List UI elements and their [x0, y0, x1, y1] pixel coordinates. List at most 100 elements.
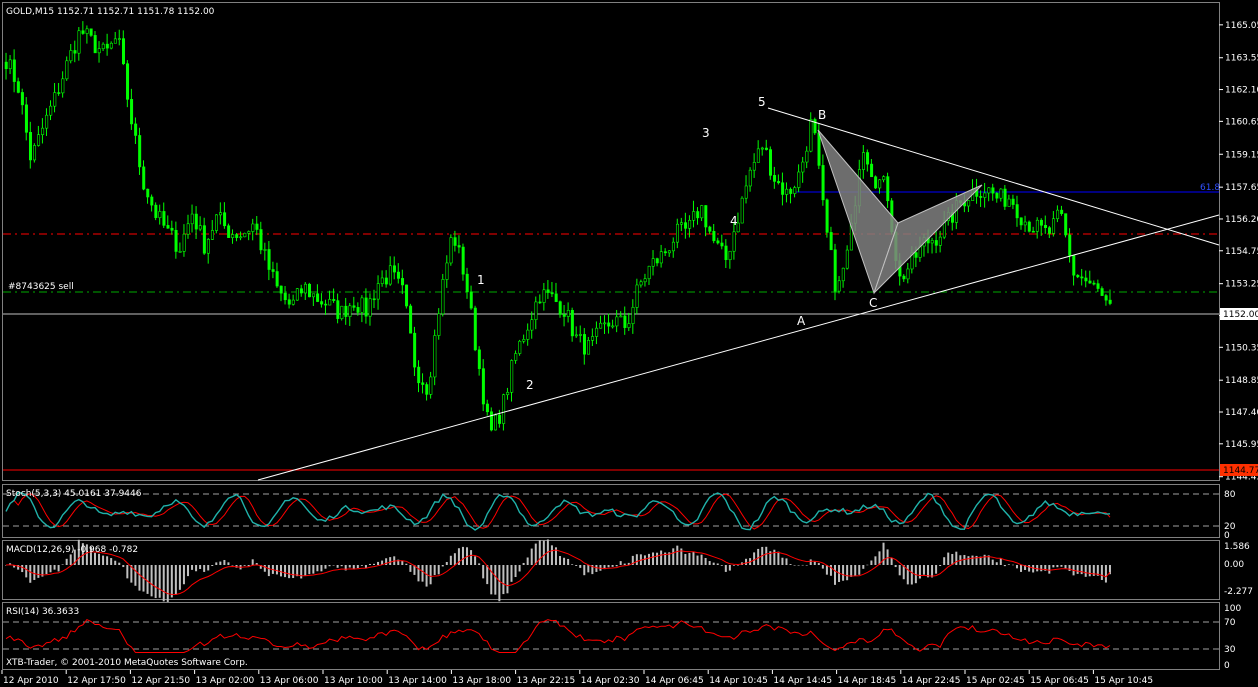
- price-tick-label: 1150.35: [1225, 343, 1258, 353]
- candle-body: [20, 92, 24, 106]
- candle-body: [417, 366, 421, 384]
- candle-body: [631, 307, 635, 324]
- candle-body: [251, 223, 255, 232]
- candle: [773, 166, 777, 189]
- candle: [271, 261, 275, 279]
- macd-bar: [441, 565, 444, 567]
- macd-bar: [575, 565, 578, 566]
- time-tick-label: 13 Apr 18:00: [452, 676, 511, 686]
- candle-body: [409, 305, 413, 334]
- candle: [546, 280, 550, 299]
- macd-bar: [429, 565, 432, 585]
- candle: [1072, 255, 1076, 286]
- macd-bar: [781, 557, 784, 565]
- candle: [930, 237, 934, 254]
- candle-body: [983, 192, 987, 198]
- macd-bar: [1068, 565, 1071, 571]
- macd-bar: [69, 554, 72, 565]
- macd-bar: [195, 565, 198, 572]
- candle: [489, 407, 493, 432]
- candle-body: [303, 283, 307, 294]
- candle-body: [271, 269, 275, 272]
- candle-body: [777, 181, 781, 184]
- candle: [154, 202, 158, 221]
- candle: [445, 255, 449, 288]
- time-tick-label: 13 Apr 06:00: [260, 676, 319, 686]
- macd-bar: [1020, 565, 1023, 572]
- candle: [591, 328, 595, 346]
- candle-body: [425, 384, 429, 395]
- candle-body: [130, 99, 134, 125]
- candle: [429, 371, 433, 399]
- candle: [303, 282, 307, 301]
- price-tick-label: 1153.25: [1225, 280, 1258, 290]
- candle-body: [73, 50, 77, 54]
- candle: [595, 321, 599, 345]
- candle: [631, 299, 635, 334]
- candle: [1080, 268, 1084, 286]
- candle: [538, 294, 542, 304]
- stoch-signal-line: [5, 493, 1111, 530]
- rsi-tick-30: 30: [1224, 645, 1236, 655]
- candle: [1068, 228, 1072, 263]
- candle-body: [287, 299, 291, 305]
- candle-body: [279, 285, 283, 294]
- candle: [28, 121, 32, 169]
- candle-body: [696, 211, 700, 219]
- candle: [308, 282, 312, 298]
- candle-body: [158, 211, 162, 218]
- candle-body: [235, 234, 239, 238]
- candle: [744, 175, 748, 204]
- candle-body: [150, 196, 154, 206]
- stoch-panel-frame: [2, 484, 1220, 538]
- candle-body: [768, 149, 772, 176]
- candle: [182, 224, 186, 257]
- macd-bar: [191, 565, 194, 570]
- macd-bar: [1032, 565, 1035, 573]
- macd-bar: [850, 565, 853, 577]
- macd-bar: [583, 565, 586, 576]
- candle-body: [360, 297, 364, 313]
- macd-bar: [866, 564, 869, 566]
- candle: [146, 188, 150, 204]
- macd-bar: [490, 565, 493, 595]
- candle-body: [198, 225, 202, 230]
- candle-body: [449, 237, 453, 264]
- candle-body: [1060, 209, 1064, 214]
- macd-bar: [227, 562, 230, 565]
- fib-label: 61.8: [1200, 183, 1220, 193]
- candle-body: [724, 245, 728, 261]
- macd-bar: [514, 565, 517, 578]
- trading-chart[interactable]: 1 2 3 4 5 A B C GOLD,M15 1152.71 1152.71…: [0, 0, 1258, 687]
- candle-body: [1080, 276, 1084, 279]
- candle-body: [166, 225, 170, 229]
- candle: [421, 373, 425, 394]
- candle-body: [477, 349, 481, 369]
- candle-body: [647, 265, 651, 280]
- candle: [401, 269, 405, 295]
- candle-body: [599, 322, 603, 329]
- macd-bar: [700, 554, 703, 565]
- candle: [906, 262, 910, 284]
- price-tick-label: 1157.65: [1225, 183, 1258, 193]
- macd-bar: [870, 560, 873, 565]
- candle: [720, 234, 724, 250]
- candle: [675, 218, 679, 249]
- candle: [210, 220, 214, 241]
- macd-tick-bottom: -2.277: [1224, 587, 1253, 597]
- macd-bar: [955, 551, 958, 565]
- price-tick-label: 1154.75: [1225, 247, 1258, 257]
- candle-body: [773, 175, 777, 182]
- candle-body: [862, 152, 866, 170]
- candle: [4, 52, 8, 80]
- lower-trendline[interactable]: [257, 214, 1220, 481]
- candle-body: [934, 240, 938, 246]
- time-tick-label: 15 Apr 02:45: [966, 676, 1025, 686]
- candle: [789, 187, 793, 204]
- candle: [578, 325, 582, 343]
- candle-body: [1088, 280, 1092, 284]
- candle-body: [1031, 230, 1035, 233]
- candle: [239, 231, 243, 241]
- candle-body: [720, 242, 724, 247]
- candle: [655, 257, 659, 267]
